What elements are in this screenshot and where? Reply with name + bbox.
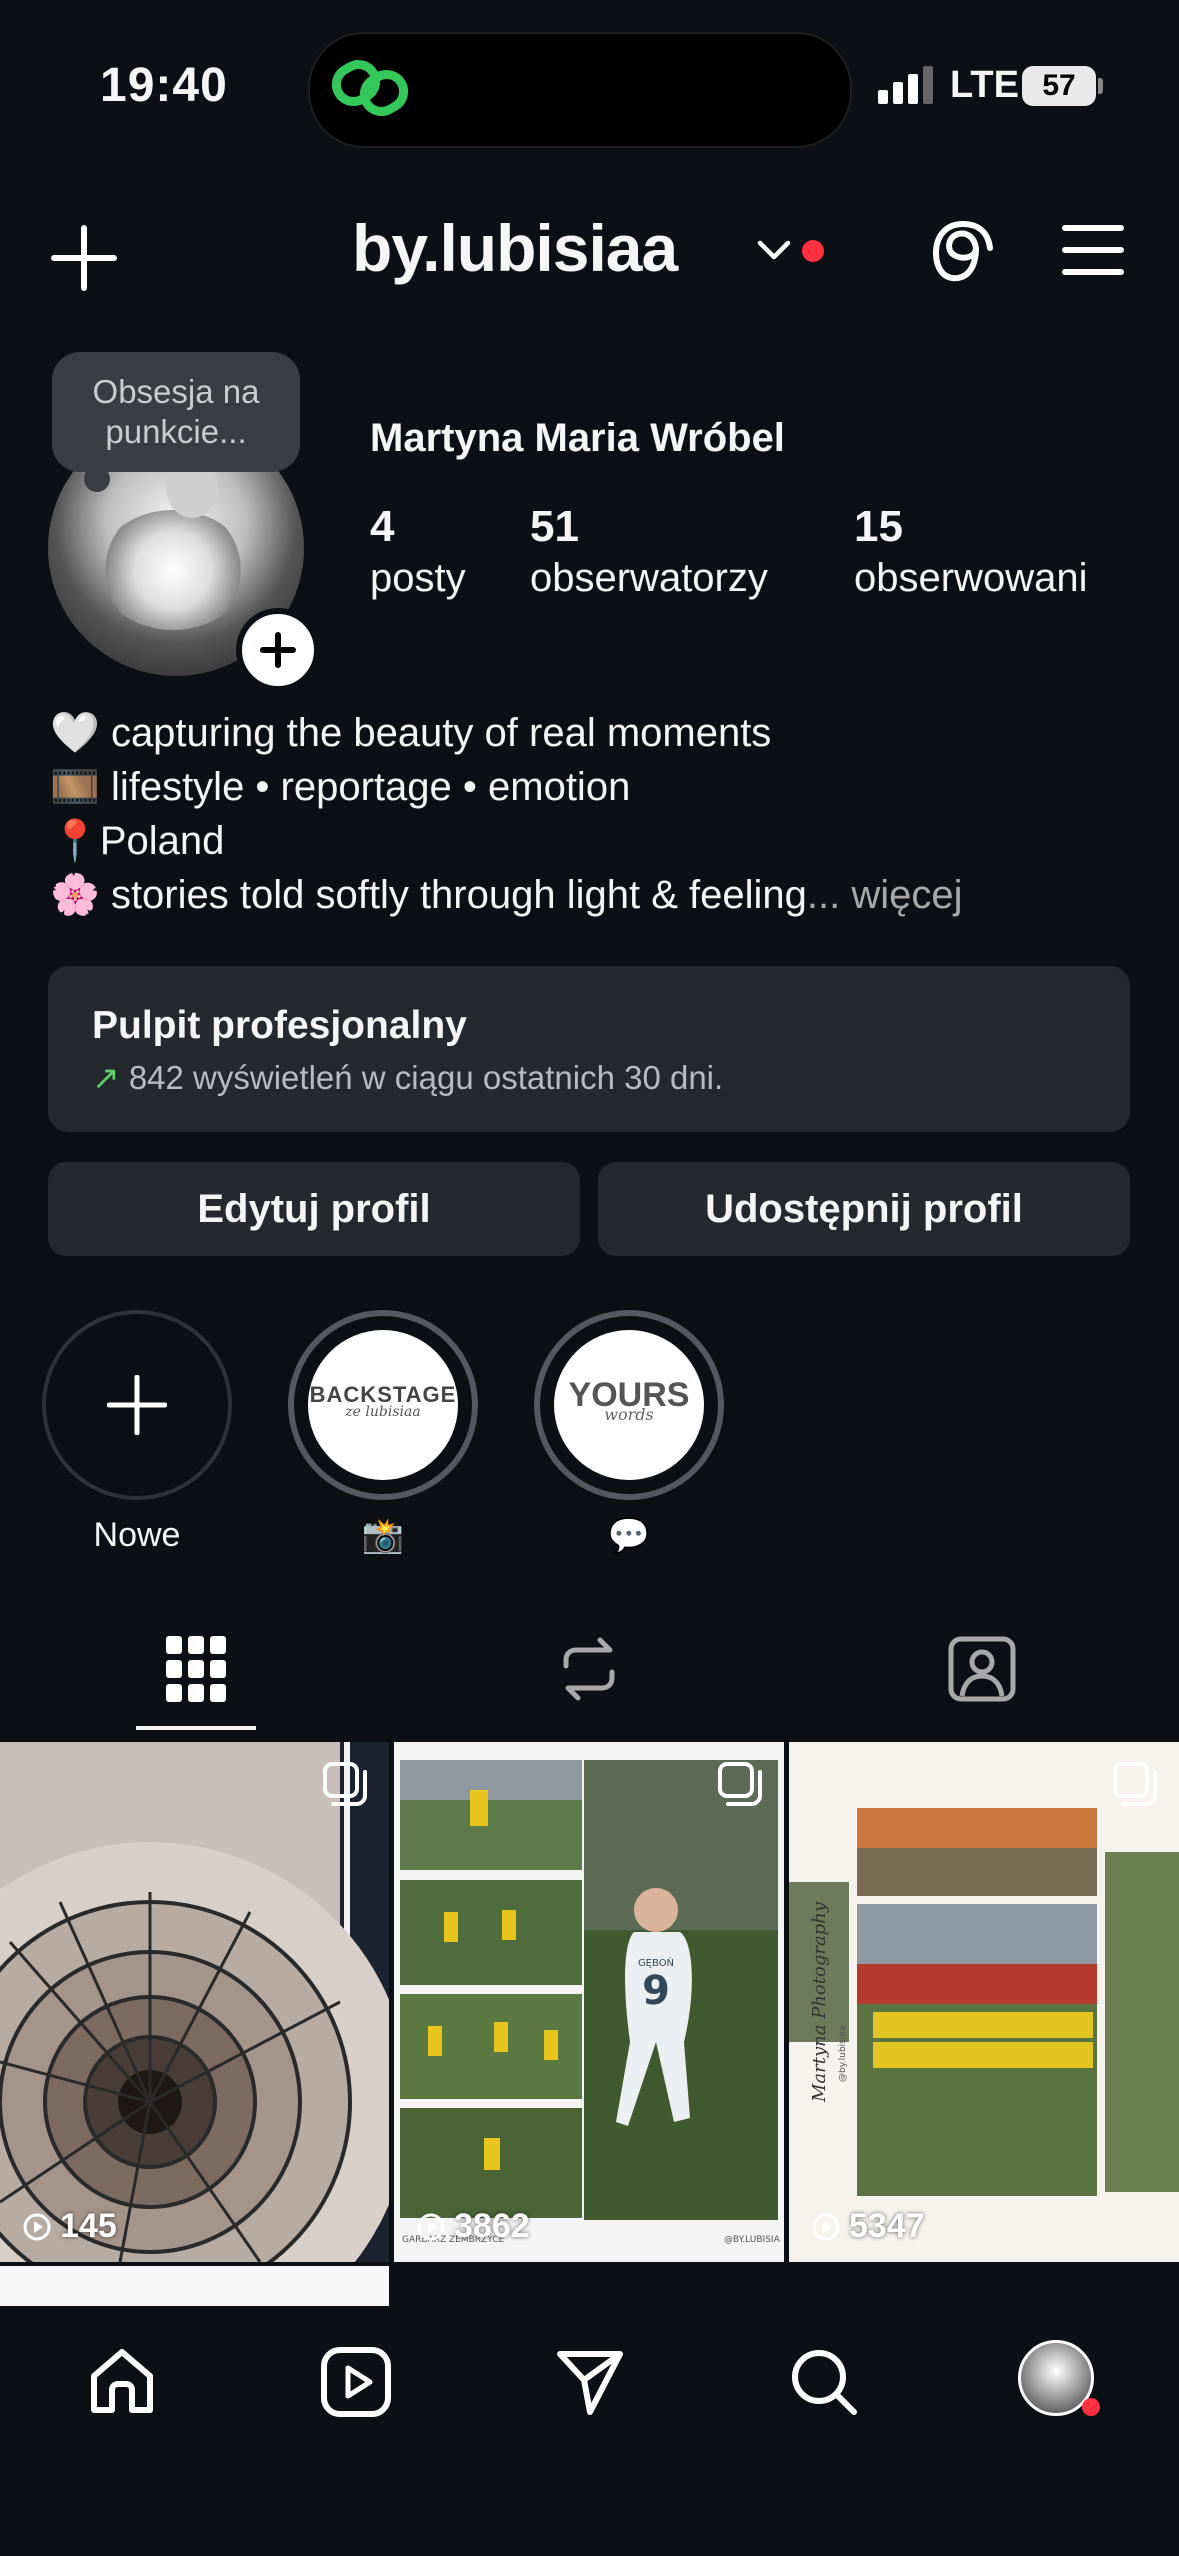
posts-count[interactable]: 4: [370, 502, 394, 552]
following-count[interactable]: 15: [854, 502, 903, 552]
carousel-icon: [718, 1762, 762, 1806]
bio-line: 🤍 capturing the beauty of real moments: [50, 711, 772, 755]
chevron-down-icon[interactable]: [756, 238, 792, 262]
status-time: 19:40: [100, 59, 228, 112]
threads-icon[interactable]: [930, 218, 996, 288]
professional-dashboard[interactable]: [48, 966, 1130, 1132]
plus-icon: [107, 1375, 167, 1435]
edit-profile-button[interactable]: Edytuj profil: [48, 1162, 580, 1256]
full-name: Martyna Maria Wróbel: [370, 416, 785, 460]
svg-text:@BY.LUBISIA: @BY.LUBISIA: [724, 2235, 781, 2245]
reels-icon[interactable]: [320, 2346, 392, 2418]
account-username[interactable]: by.lubisiaa: [352, 210, 678, 286]
add-story-button[interactable]: [236, 608, 320, 692]
notification-dot: [802, 240, 824, 262]
highlight-label-new: Nowe: [93, 1516, 181, 1554]
svg-text:9: 9: [642, 1968, 670, 2014]
link-activity-icon: [331, 60, 409, 116]
highlight-label-speech: 💬: [607, 1517, 651, 1555]
view-count: 145: [22, 2207, 117, 2246]
post-thumbnail-partial[interactable]: [0, 2266, 389, 2306]
trend-up-icon: ↗: [92, 1059, 120, 1096]
battery-tip: [1098, 78, 1103, 94]
search-icon[interactable]: [788, 2346, 860, 2418]
share-profile-button[interactable]: Udostępnij profil: [598, 1162, 1130, 1256]
bio-line: 🎞️ lifestyle • reportage • emotion: [50, 765, 631, 809]
new-highlight-button[interactable]: [42, 1310, 232, 1500]
play-views-icon: [812, 2213, 840, 2240]
blossom-emoji: 🌸: [50, 873, 100, 917]
play-views-icon: [417, 2213, 445, 2240]
view-count: 3862: [416, 2207, 530, 2246]
post-thumbnail[interactable]: GĘBOŃ 9 GARBARZ ZEMBRZYCE @BY.LUBISIA 38…: [394, 1742, 784, 2262]
bio-line: 📍Poland: [50, 819, 225, 863]
svg-text:@by.lubisiaa: @by.lubisiaa: [838, 2026, 848, 2082]
messages-icon[interactable]: [554, 2346, 626, 2418]
team-collage-photo: Martyna Photography @by.lubisiaa: [789, 1742, 1179, 2262]
football-collage-photo: GĘBOŃ 9 GARBARZ ZEMBRZYCE @BY.LUBISIA: [394, 1742, 784, 2262]
avatar-bouquet: [98, 510, 248, 630]
reels-repost-icon[interactable]: [556, 1636, 622, 1702]
network-type: LTE: [950, 64, 1019, 106]
bio-line: 🌸 stories told softly through light & fe…: [50, 873, 963, 917]
highlight-label-camera: 📸: [361, 1517, 405, 1555]
home-icon[interactable]: [86, 2346, 158, 2418]
tagged-icon[interactable]: [948, 1636, 1016, 1702]
heart-emoji: 🤍: [50, 711, 100, 755]
highlight-cover: YOURS words: [554, 1330, 704, 1480]
following-label[interactable]: obserwowani: [854, 556, 1087, 601]
more-link[interactable]: więcej: [851, 873, 962, 917]
svg-text:Martyna Photography: Martyna Photography: [809, 1901, 830, 2103]
battery-indicator: 57: [1022, 66, 1096, 106]
post-thumbnail[interactable]: Martyna Photography @by.lubisiaa 5347: [789, 1742, 1179, 2262]
profile-bio: 🤍 capturing the beauty of real moments 🎞…: [50, 706, 963, 922]
bottom-navigation: [0, 2306, 1179, 2556]
plus-icon: [260, 632, 296, 668]
dashboard-subtitle: ↗ 842 wyświetleń w ciągu ostatnich 30 dn…: [92, 1059, 724, 1096]
spiral-staircase-photo: [0, 1742, 389, 2262]
highlight-backstage[interactable]: BACKSTAGE ze lubisiaa: [288, 1310, 478, 1500]
profile-note[interactable]: Obsesja na punkcie...: [52, 352, 300, 472]
post-thumbnail[interactable]: 145: [0, 1742, 389, 2262]
signal-icon: [878, 66, 933, 104]
highlight-cover: BACKSTAGE ze lubisiaa: [308, 1330, 458, 1480]
followers-count[interactable]: 51: [530, 502, 579, 552]
followers-label[interactable]: obserwatorzy: [530, 556, 768, 601]
bio-ellipsis: ...: [806, 873, 841, 917]
active-tab-indicator: [136, 1726, 256, 1730]
carousel-icon: [323, 1762, 367, 1806]
create-plus-icon[interactable]: [48, 222, 120, 294]
film-emoji: 🎞️: [50, 765, 100, 809]
view-count: 5347: [811, 2207, 925, 2246]
pin-emoji: 📍: [50, 819, 100, 863]
highlight-yours[interactable]: YOURS words: [534, 1310, 724, 1500]
posts-label[interactable]: posty: [370, 556, 466, 601]
notification-dot: [1082, 2398, 1100, 2416]
carousel-icon: [1113, 1762, 1157, 1806]
play-views-icon: [23, 2213, 51, 2240]
menu-icon[interactable]: [1062, 222, 1124, 278]
dashboard-title: Pulpit profesjonalny: [92, 1004, 467, 1047]
grid-icon[interactable]: [166, 1636, 226, 1702]
dynamic-island: [308, 32, 852, 148]
